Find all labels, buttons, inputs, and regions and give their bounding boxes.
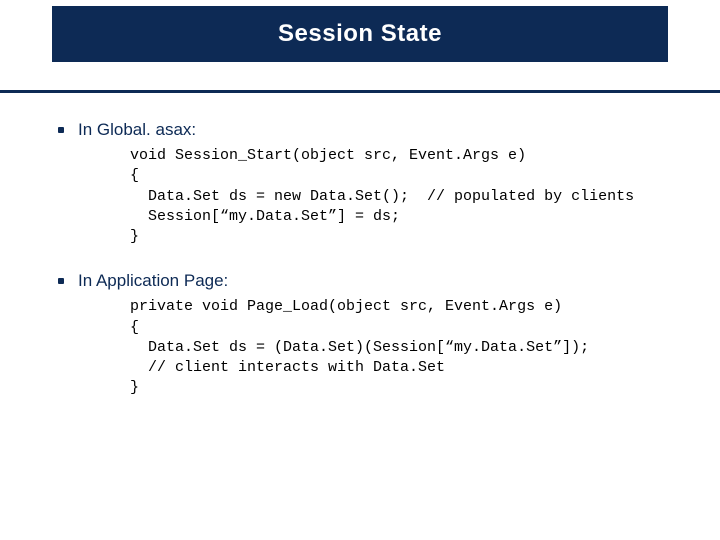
slide: Session State In Global. asax: void Sess…: [0, 0, 720, 540]
bullet-item: In Global. asax:: [58, 120, 678, 140]
bullet-label: In Global. asax:: [78, 120, 196, 140]
bullet-icon: [58, 127, 64, 133]
bullet-item: In Application Page:: [58, 271, 678, 291]
bullet-icon: [58, 278, 64, 284]
slide-body: In Global. asax: void Session_Start(obje…: [58, 120, 678, 423]
bullet-label: In Application Page:: [78, 271, 228, 291]
code-block: void Session_Start(object src, Event.Arg…: [130, 146, 678, 247]
code-block: private void Page_Load(object src, Event…: [130, 297, 678, 398]
title-bar: Session State: [52, 6, 668, 62]
accent-line: [0, 90, 720, 93]
slide-title: Session State: [278, 20, 442, 48]
